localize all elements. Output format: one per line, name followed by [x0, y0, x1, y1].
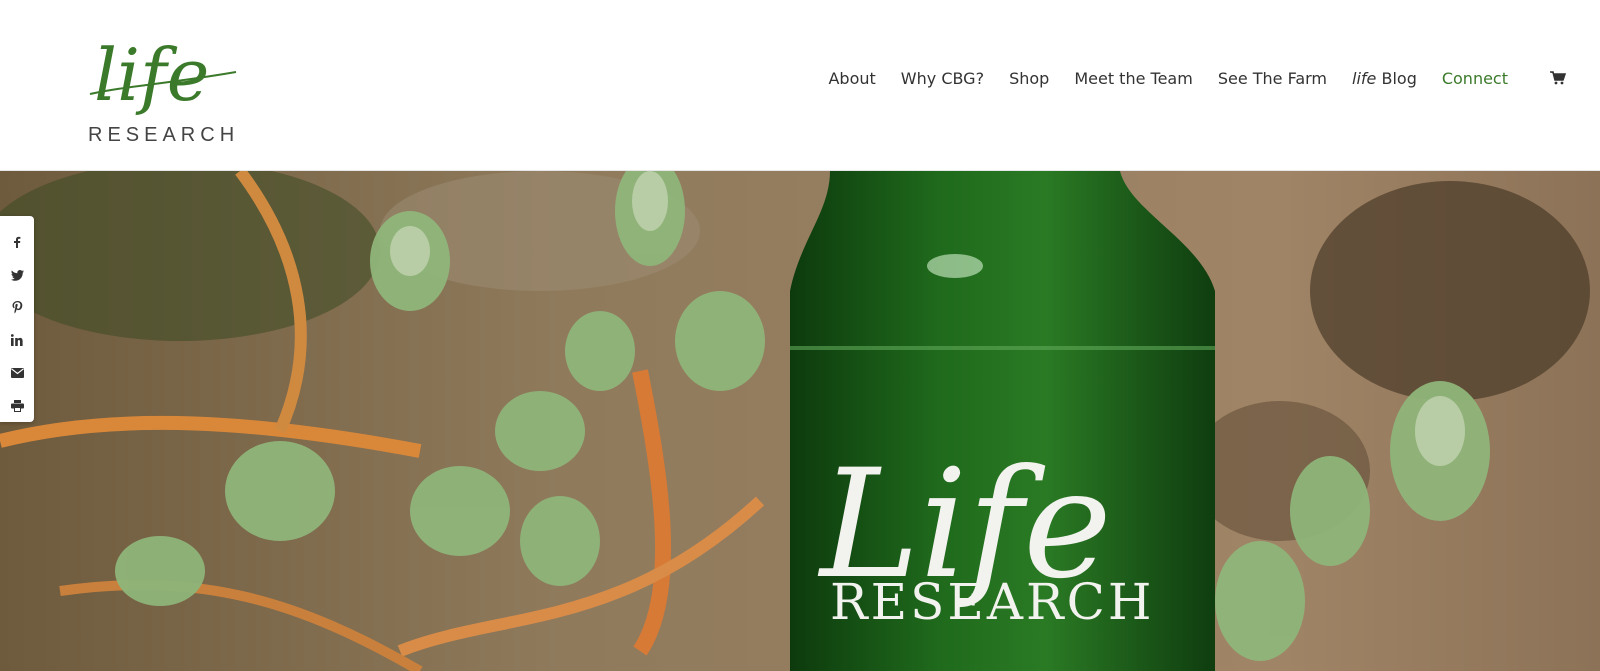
twitter-icon[interactable] — [0, 259, 34, 292]
linkedin-icon[interactable] — [0, 324, 34, 357]
nav-meet-the-team[interactable]: Meet the Team — [1074, 69, 1192, 88]
pinterest-icon[interactable] — [0, 291, 34, 324]
nav-why-cbg[interactable]: Why CBG? — [901, 69, 984, 88]
logo-script: life — [89, 33, 237, 117]
social-share-bar — [0, 216, 34, 422]
logo-wordmark: RESEARCH — [88, 124, 240, 146]
facebook-icon[interactable] — [0, 226, 34, 259]
nav-blog[interactable]: life Blog — [1352, 69, 1417, 88]
bottle-label-wordmark: RESEARCH — [830, 573, 1155, 631]
hero-photo: Life RESEARCH — [0, 171, 1600, 671]
shopping-cart-icon[interactable] — [1550, 71, 1567, 85]
site-logo[interactable]: life RESEARCH — [86, 28, 246, 148]
nav-see-the-farm[interactable]: See The Farm — [1218, 69, 1327, 88]
hero-image: Life RESEARCH — [0, 171, 1600, 671]
nav-about[interactable]: About — [828, 69, 875, 88]
email-icon[interactable] — [0, 357, 34, 390]
site-header: life RESEARCH About Why CBG? Shop Meet t… — [0, 0, 1600, 171]
print-icon[interactable] — [0, 389, 34, 422]
main-nav: About Why CBG? Shop Meet the Team See Th… — [803, 66, 1600, 90]
nav-connect[interactable]: Connect — [1442, 69, 1508, 88]
nav-shop[interactable]: Shop — [1009, 69, 1049, 88]
nav-blog-italic: life — [1352, 68, 1377, 88]
nav-blog-label: Blog — [1376, 68, 1417, 88]
logo-script-text: life — [94, 33, 209, 117]
